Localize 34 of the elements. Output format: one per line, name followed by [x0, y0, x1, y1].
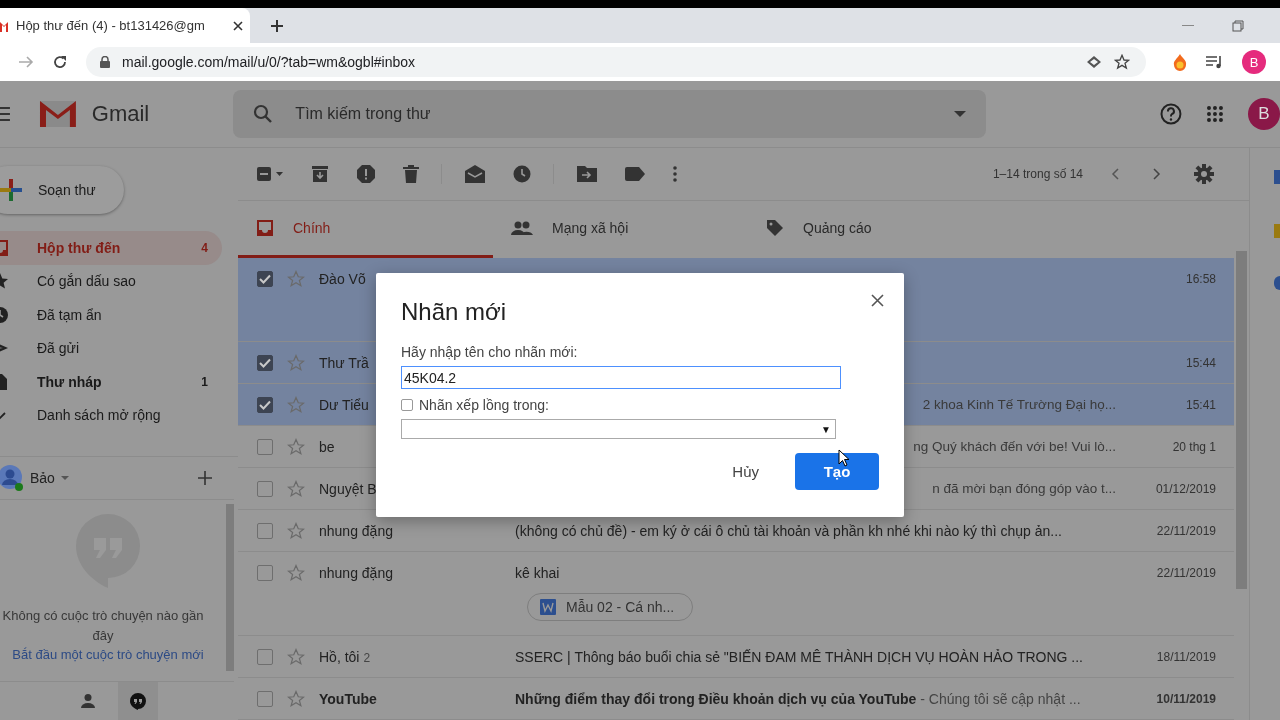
pagination-text: 1–14 trong số 14 [992, 167, 1083, 181]
sender-name: be [319, 438, 335, 455]
sender-name: Thư Trầ [319, 354, 369, 371]
email-snippet: n đã mời bạn đóng góp vào t... [932, 481, 1116, 496]
email-date: 20 thg 1 [1171, 439, 1217, 454]
email-date: 22/11/2019 [1155, 523, 1217, 538]
sender-name: Nguyệt B [319, 480, 377, 497]
sender-name: nhung đặng [319, 564, 393, 581]
email-subject: Những điểm thay đổi trong Điều khoản dịch vụ của YouTube - Chúng tôi sẽ cập nhật ... [515, 690, 1082, 707]
sender-name: nhung đặng [319, 522, 393, 539]
url-text: mail.google.com/mail/u/0/?tab=wm&ogbl#inbox [122, 54, 415, 70]
empty-chat-text: Không có cuộc trò chuyện nào gần đây [1, 607, 205, 645]
field-label: Hãy nhập tên cho nhãn mới: [401, 344, 579, 360]
email-subject: SSERC | Thông báo buổi chia sẻ "BIẾN ĐAM MÊ THÀNH DỊCH VỤ HOÀN HẢO TRONG ... [515, 648, 1084, 665]
email-date: 10/11/2019 [1155, 691, 1217, 706]
sender-name: Đào Võ [319, 270, 366, 287]
email-snippet: ng Quý khách đến với be! Vui lò... [913, 439, 1116, 454]
sender-name: Dư Tiểu [319, 396, 369, 413]
sender-name: Hồ, tôi [319, 648, 360, 665]
dialog-title: Nhãn mới [401, 298, 507, 326]
thread-count: 2 [363, 650, 371, 665]
email-subject: kê khai [515, 564, 561, 581]
email-date: 16:58 [1184, 271, 1217, 286]
tab-title: Hộp thư đến (4) - bt131426@gm [16, 18, 206, 33]
email-date: 01/12/2019 [1154, 481, 1217, 496]
email-date: 15:41 [1184, 397, 1217, 412]
email-date: 18/11/2019 [1155, 649, 1217, 664]
email-subject: (không có chủ đề) - em ký ở cái ô chủ tài khoản và phần kh nhé khi nào ký thì chụp ản... [515, 522, 1063, 539]
checkbox-label: Nhãn xếp lồng trong: [419, 397, 549, 413]
email-date: 15:44 [1184, 355, 1217, 370]
email-date: 22/11/2019 [1155, 565, 1217, 580]
sender-name: YouTube [319, 690, 377, 707]
app-name: Gmail [91, 101, 151, 127]
email-snippet: 2 khoa Kinh Tế Trường Đại họ... [922, 397, 1116, 412]
